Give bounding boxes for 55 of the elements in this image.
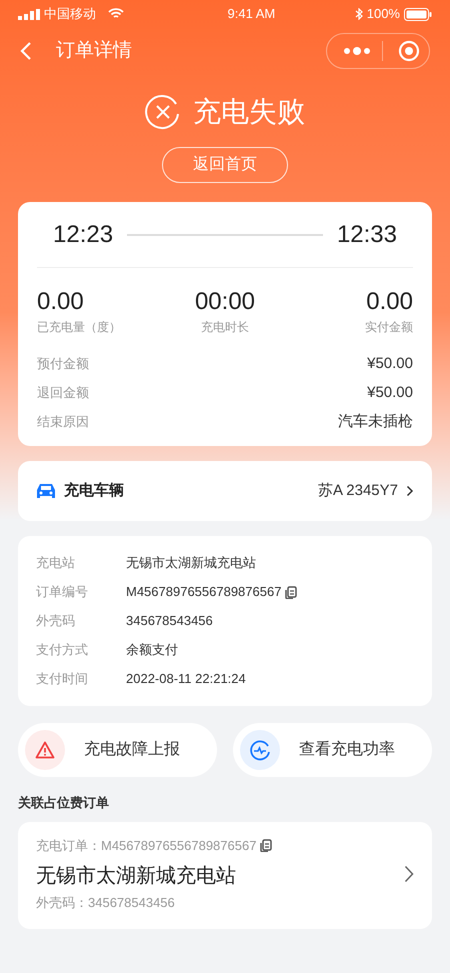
stat-value: 0.00: [366, 288, 413, 316]
copy-icon[interactable]: [260, 838, 272, 852]
vehicle-row[interactable]: 充电车辆 苏A 2345Y7: [18, 461, 432, 521]
amount-label: 结束原因: [37, 413, 89, 432]
carrier-name: 中国移动: [44, 5, 96, 24]
section-title: 关联占位费订单: [18, 794, 110, 812]
amount-label: 退回金额: [37, 384, 89, 402]
stat-label: 实付金额: [365, 319, 413, 336]
action-button[interactable]: 充电故障上报: [18, 723, 217, 777]
stat-value: 00:00: [194, 288, 256, 316]
page-title: 订单详情: [56, 38, 132, 63]
stat-label: 充电时长: [200, 319, 249, 336]
result-title: 充电失败: [193, 95, 305, 129]
order-number: 充电订单：M45678976556789876567: [36, 836, 256, 854]
car-icon: [36, 483, 56, 499]
chevron-icon: [404, 865, 414, 883]
wifi-icon: [108, 8, 124, 20]
amount-value: ¥50.00: [367, 354, 413, 374]
amount-value: 汽车未插枪: [338, 412, 413, 432]
pulse-icon: [249, 739, 271, 761]
amount-value: ¥50.00: [367, 382, 413, 403]
action-button[interactable]: 查看充电功率: [233, 723, 432, 777]
stat-label: 已充电量（度）: [37, 319, 121, 336]
detail-value: 345678543456: [126, 612, 213, 630]
bluetooth-icon: [354, 8, 363, 20]
detail-label: 充电站: [36, 554, 76, 572]
detail-label: 订单编号: [36, 583, 89, 602]
failed-icon: [145, 94, 181, 130]
close-icon[interactable]: [398, 40, 420, 62]
detail-value: 2022-08-11 22:21:24: [126, 670, 246, 688]
chevron-icon: [406, 485, 414, 497]
back-icon[interactable]: [20, 41, 32, 61]
clock-time: 9:41 AM: [228, 5, 276, 24]
vehicle-label: 充电车辆: [64, 480, 124, 501]
capsule-menu[interactable]: [326, 33, 430, 69]
detail-value: 余额支付: [126, 641, 178, 660]
detail-label: 外壳码: [36, 612, 76, 630]
detail-value: M45678976556789876567: [126, 583, 282, 602]
stat-value: 0.00: [37, 288, 84, 316]
copy-icon[interactable]: [285, 586, 298, 598]
more-icon[interactable]: [343, 47, 371, 55]
battery-icon: [404, 8, 432, 20]
detail-label: 支付方式: [36, 641, 89, 660]
battery-percent: 100%: [366, 5, 400, 24]
detail-label: 支付时间: [36, 670, 89, 688]
amount-label: 预付金额: [37, 355, 89, 374]
shell-code: 外壳码：345678543456: [36, 894, 176, 912]
station-name: 无锡市太湖新城充电站: [36, 864, 237, 889]
related-order-card[interactable]: 充电订单：M45678976556789876567 无锡市太湖新城充电站 外壳码：345678543456: [18, 822, 432, 928]
end-time: 12:33: [336, 220, 397, 250]
warning-icon: [35, 741, 55, 759]
signal-icon: [18, 8, 40, 20]
detail-value: 无锡市太湖新城充电站: [126, 554, 256, 572]
start-time: 12:23: [53, 220, 114, 250]
plate-number: 苏A 2345Y7: [318, 480, 398, 501]
